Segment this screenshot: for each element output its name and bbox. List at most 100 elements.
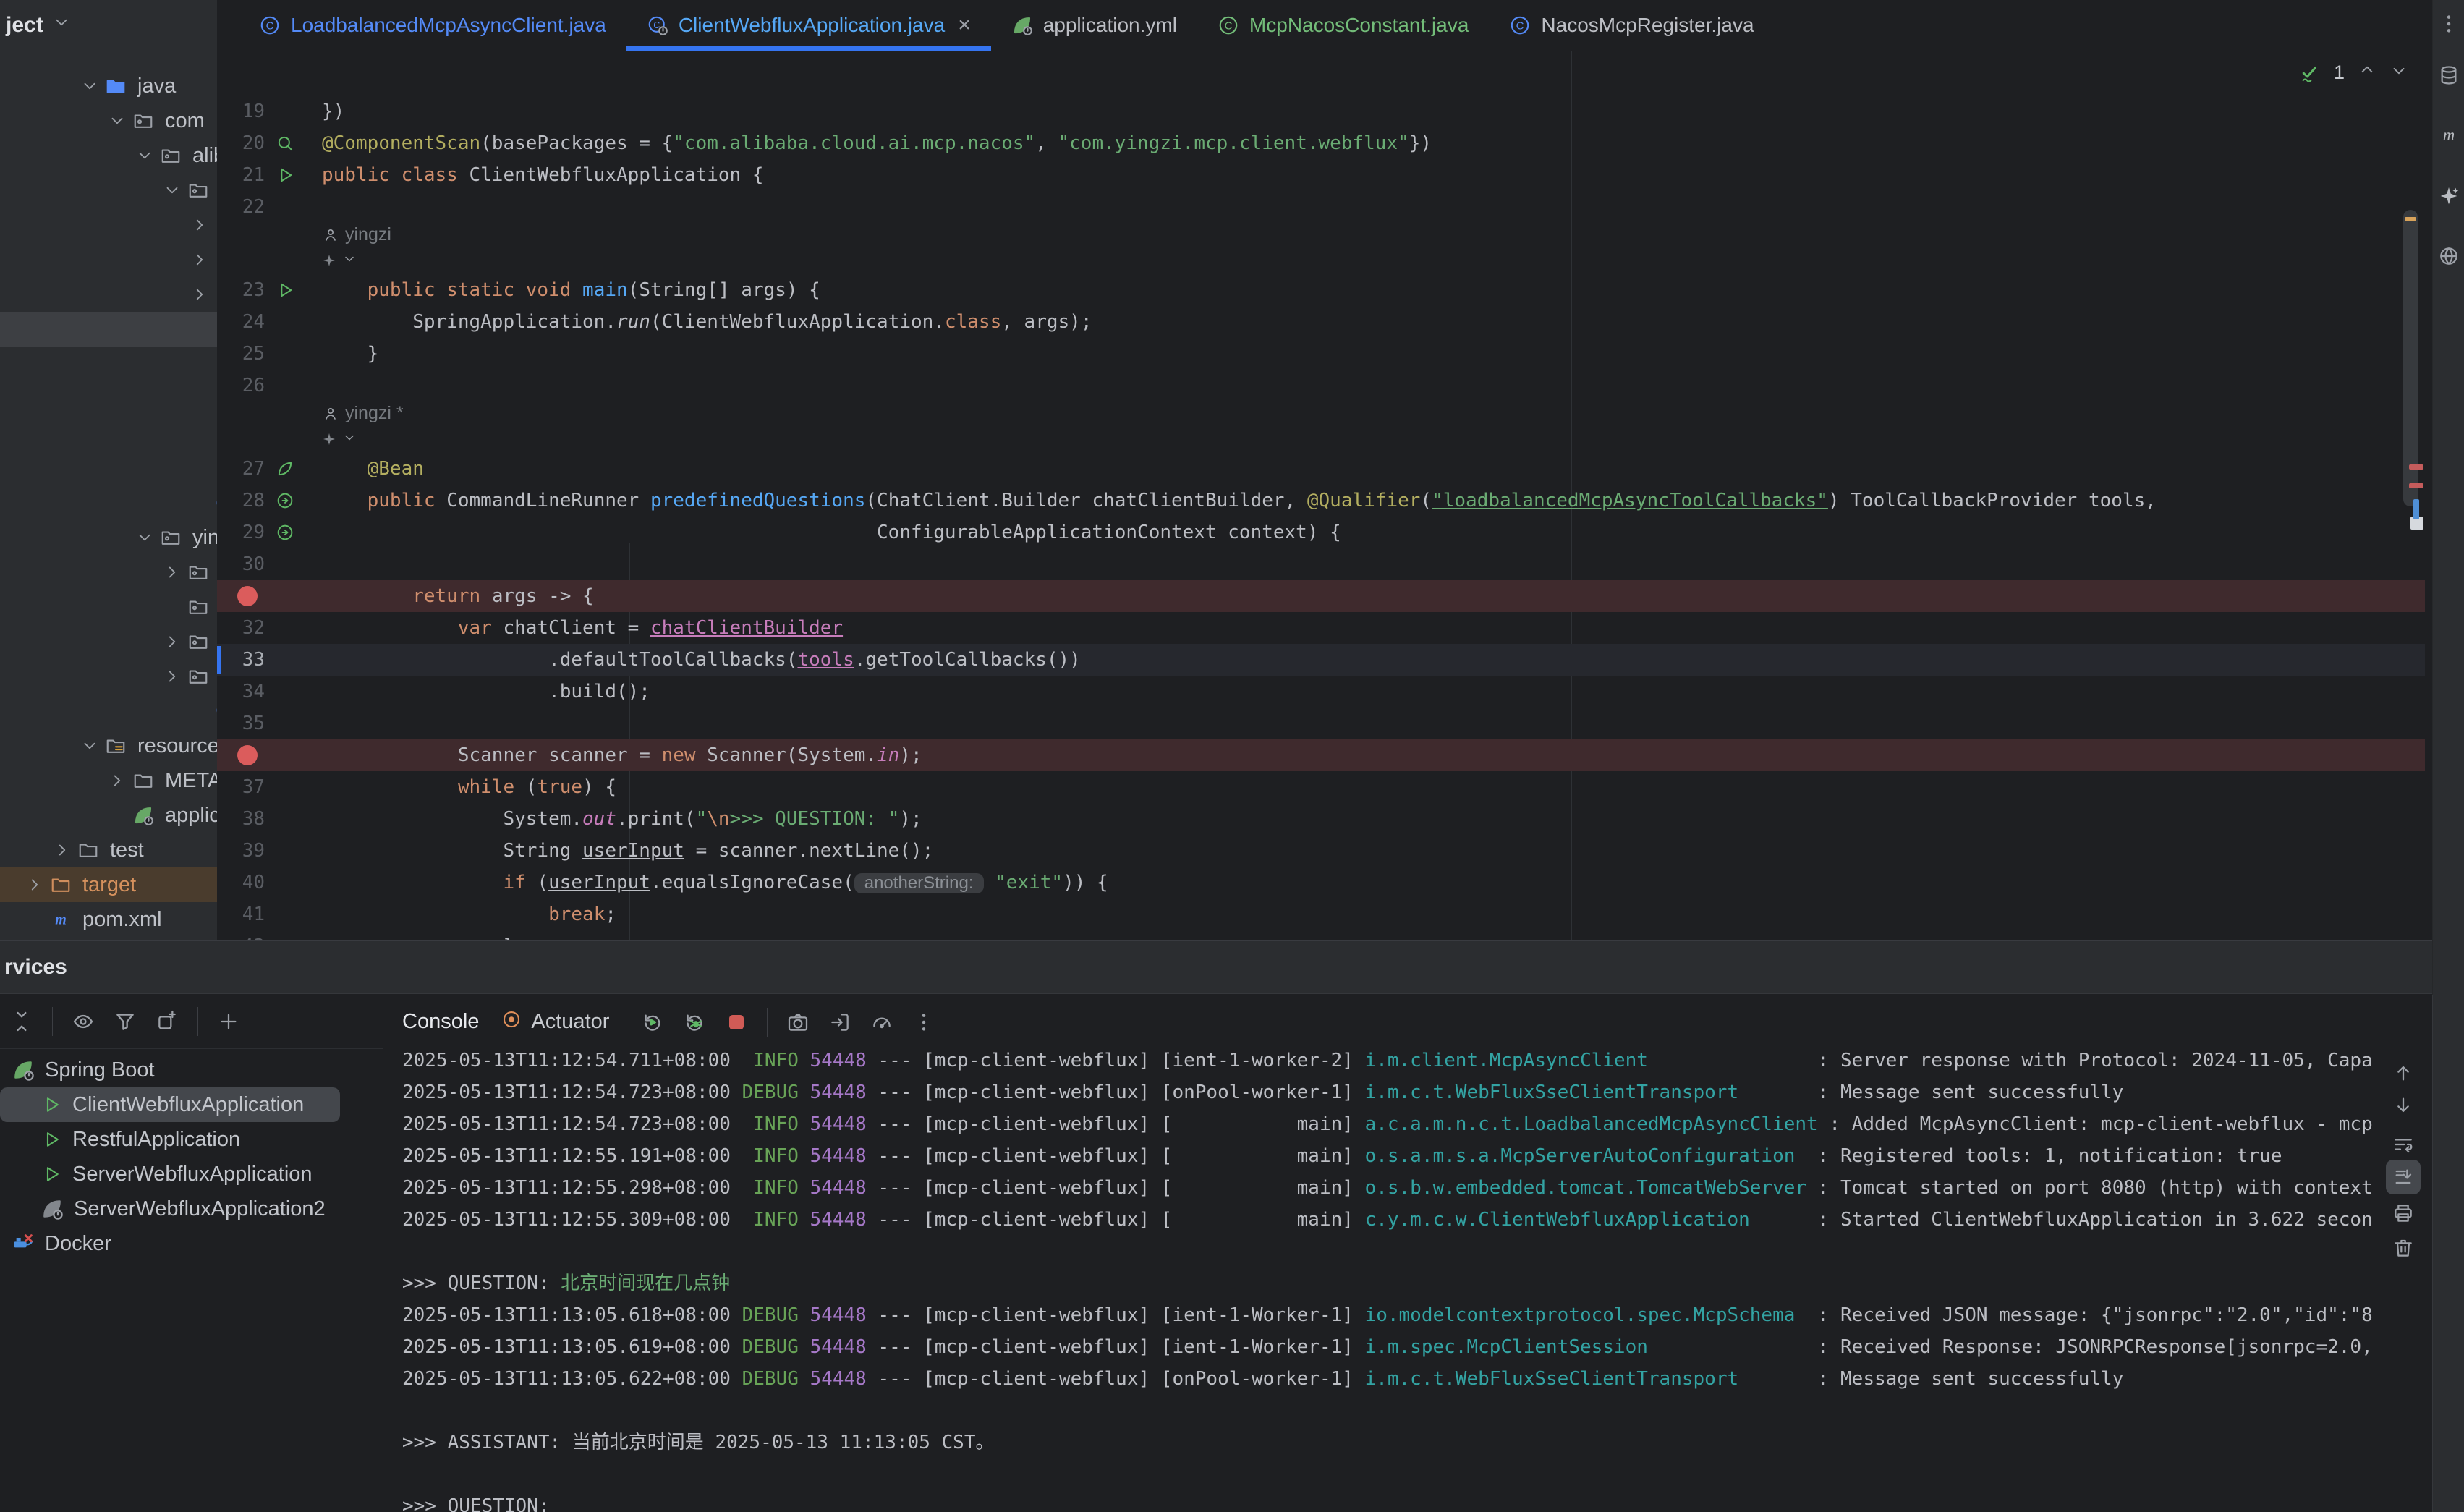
code-line-38[interactable]: 38 System.out.print("\n>>> QUESTION: "); <box>217 803 2425 835</box>
breakpoint-icon[interactable] <box>237 745 258 765</box>
code-author-inlay[interactable]: yingzi <box>217 223 2425 247</box>
code-line-37[interactable]: 37 while (true) { <box>217 771 2425 803</box>
editor-tab[interactable]: CLoadbalancedMcpAsyncClient.java <box>239 0 626 51</box>
newtab-icon[interactable] <box>156 1010 179 1033</box>
trash-icon[interactable] <box>2392 1236 2415 1260</box>
service-item-spring-boot[interactable]: Spring Boot <box>0 1053 383 1087</box>
code-line-32[interactable]: 32 var chatClient = chatClientBuilder <box>217 612 2425 644</box>
tree-item[interactable] <box>0 277 217 312</box>
chevron-down-icon[interactable] <box>104 111 130 130</box>
line-number[interactable]: 37 <box>217 776 265 798</box>
tree-item-java[interactable]: java <box>0 69 217 103</box>
code-text[interactable]: .build(); <box>322 676 650 708</box>
editor-tab[interactable]: application.yml <box>991 0 1197 51</box>
console-line[interactable]: 2025-05-13T11:12:55.309+08:00 INFO 54448… <box>402 1204 2375 1236</box>
line-number[interactable]: 27 <box>217 458 265 480</box>
code-line-22[interactable]: 22 <box>217 191 2425 223</box>
prev-issue-icon[interactable] <box>2358 61 2376 85</box>
collapse-icon[interactable] <box>10 1010 33 1033</box>
line-number[interactable]: 33 <box>217 649 265 671</box>
tree-item[interactable] <box>0 173 217 208</box>
tree-item[interactable] <box>0 624 217 659</box>
scrollend-icon[interactable] <box>2392 1165 2415 1189</box>
code-line-39[interactable]: 39 String userInput = scanner.nextLine()… <box>217 835 2425 867</box>
code-line-31[interactable]: return args -> { <box>217 580 2425 612</box>
console-line[interactable] <box>402 1395 2375 1427</box>
tree-item-resource[interactable]: resource <box>0 729 217 763</box>
console-line[interactable] <box>402 1458 2375 1490</box>
beanarrow-icon[interactable] <box>275 522 295 543</box>
code-text[interactable]: if (userInput.equalsIgnoreCase(anotherSt… <box>322 867 1108 899</box>
tree-item[interactable] <box>0 590 217 624</box>
console-line[interactable]: 2025-05-13T11:12:55.298+08:00 INFO 54448… <box>402 1172 2375 1204</box>
tree-item-pom.xml[interactable]: mpom.xml <box>0 902 217 937</box>
code-text[interactable]: .defaultToolCallbacks(tools.getToolCallb… <box>322 644 1081 676</box>
services-panel-header[interactable]: rvices <box>0 941 2432 994</box>
line-number[interactable]: 38 <box>217 808 265 830</box>
maven-stripe-icon[interactable]: m <box>2437 124 2460 147</box>
tree-item-test[interactable]: test <box>0 833 217 867</box>
code-line-28[interactable]: 28 public CommandLineRunner predefinedQu… <box>217 485 2425 517</box>
chevron-down-icon[interactable] <box>342 430 357 449</box>
tree-item[interactable]: C <box>0 485 217 520</box>
console-line[interactable]: >>> QUESTION: 北京时间现在几点钟 <box>402 1267 2375 1299</box>
code-line-34[interactable]: 34 .build(); <box>217 676 2425 708</box>
ai-sparkle-icon[interactable] <box>2437 184 2460 208</box>
code-line-29[interactable]: 29 ConfigurableApplicationContext contex… <box>217 517 2425 548</box>
arrow-down-icon[interactable] <box>2392 1094 2415 1117</box>
tree-item[interactable] <box>0 659 217 694</box>
editor-tab[interactable]: CNacosMcpRegister.java <box>1489 0 1774 51</box>
editor-scrollbar[interactable] <box>2403 210 2418 506</box>
console-output[interactable]: 2025-05-13T11:12:54.711+08:00 INFO 54448… <box>383 1050 2375 1512</box>
chevron-down-icon[interactable] <box>342 252 357 270</box>
service-item-clientwebfluxapplication[interactable]: ClientWebfluxApplication <box>0 1087 340 1122</box>
console-line[interactable]: 2025-05-13T11:13:05.619+08:00 DEBUG 5444… <box>402 1331 2375 1363</box>
globe-icon[interactable] <box>2437 245 2460 268</box>
tree-item-META[interactable]: META <box>0 763 217 798</box>
chevron-down-icon[interactable] <box>132 528 158 547</box>
tree-item[interactable] <box>0 208 217 242</box>
line-number[interactable]: 30 <box>217 553 265 575</box>
code-text[interactable]: } <box>322 338 378 370</box>
line-number[interactable]: 32 <box>217 617 265 639</box>
db-icon[interactable] <box>2437 64 2460 87</box>
kebab-icon[interactable] <box>912 1011 935 1034</box>
line-number[interactable]: 26 <box>217 375 265 396</box>
code-text[interactable]: String userInput = scanner.nextLine(); <box>322 835 933 867</box>
code-line-26[interactable]: 26 <box>217 370 2425 402</box>
tab-actuator[interactable]: Actuator <box>501 1008 609 1036</box>
bean-icon[interactable] <box>275 459 295 479</box>
code-line-21[interactable]: 21public class ClientWebfluxApplication … <box>217 159 2425 191</box>
chevron-right-icon[interactable] <box>22 875 48 894</box>
tree-item-target[interactable]: target <box>0 867 217 902</box>
line-number[interactable]: 42 <box>217 935 265 940</box>
line-number[interactable]: 21 <box>217 164 265 186</box>
softwrap-icon[interactable] <box>2392 1133 2415 1156</box>
line-number[interactable]: 22 <box>217 196 265 218</box>
code-line-40[interactable]: 40 if (userInput.equalsIgnoreCase(anothe… <box>217 867 2425 899</box>
printer-icon[interactable] <box>2392 1202 2415 1225</box>
chevron-right-icon[interactable] <box>159 563 185 582</box>
rerun-debug-icon[interactable] <box>683 1011 706 1034</box>
code-text[interactable]: public static void main(String[] args) { <box>322 274 820 306</box>
camera-icon[interactable] <box>786 1011 810 1034</box>
service-item-serverwebfluxapplication2[interactable]: ServerWebfluxApplication2 <box>0 1192 383 1226</box>
console-line[interactable]: 2025-05-13T11:12:54.723+08:00 INFO 54448… <box>402 1108 2375 1140</box>
code-line-25[interactable]: 25 } <box>217 338 2425 370</box>
editor-tab[interactable]: CMcpNacosConstant.java <box>1197 0 1489 51</box>
code-text[interactable]: }) <box>322 95 344 127</box>
tree-item[interactable] <box>0 381 217 416</box>
code-line-30[interactable]: 30 <box>217 548 2425 580</box>
line-number[interactable]: 19 <box>217 101 265 122</box>
line-number[interactable]: 23 <box>217 279 265 301</box>
code-line-41[interactable]: 41 break; <box>217 899 2425 930</box>
console-line[interactable]: >>> QUESTION: <box>402 1490 2375 1512</box>
tree-item[interactable] <box>0 451 217 485</box>
line-number[interactable]: 34 <box>217 681 265 702</box>
console-line[interactable]: 2025-05-13T11:12:55.191+08:00 INFO 54448… <box>402 1140 2375 1172</box>
console-line[interactable]: 2025-05-13T11:12:54.711+08:00 INFO 54448… <box>402 1050 2375 1076</box>
service-item-restfulapplication[interactable]: RestfulApplication <box>0 1122 383 1157</box>
chevron-right-icon[interactable] <box>187 250 213 269</box>
code-line-24[interactable]: 24 SpringApplication.run(ClientWebfluxAp… <box>217 306 2425 338</box>
code-text[interactable]: ConfigurableApplicationContext context) … <box>322 517 1341 548</box>
